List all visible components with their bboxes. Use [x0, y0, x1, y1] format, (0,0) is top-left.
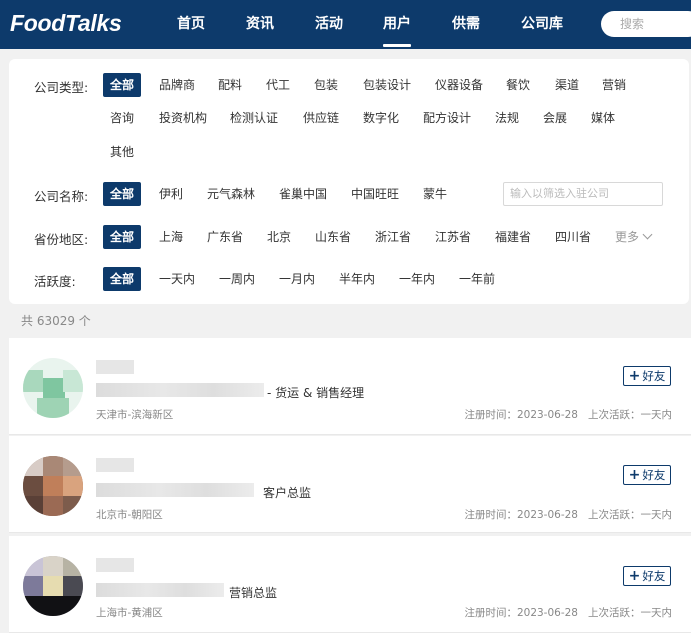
user-card[interactable]: 营销总监 上海市-黄浦区 + 好友 注册时间：2023-06-28 上次活跃：一天… — [9, 536, 691, 633]
company-type-option[interactable]: 包装 — [307, 73, 345, 97]
company-type-option[interactable]: 代工 — [259, 73, 297, 97]
province-label: 省份地区: — [34, 232, 89, 247]
company-name-option[interactable]: 蒙牛 — [416, 182, 454, 206]
company-type-option[interactable]: 配方设计 — [416, 106, 478, 130]
company-name-option-all[interactable]: 全部 — [103, 182, 142, 206]
search-input[interactable]: 搜索 — [601, 11, 691, 37]
company-type-option[interactable]: 法规 — [488, 106, 526, 130]
user-meta: 注册时间：2023-06-28 上次活跃：一天内 — [464, 507, 672, 522]
province-more-toggle[interactable]: 更多 — [615, 225, 653, 249]
foodtalks-logo[interactable]: FoodTalks — [10, 10, 122, 37]
company-type-option[interactable]: 数字化 — [356, 106, 406, 130]
add-friend-button[interactable]: + 好友 — [623, 566, 671, 586]
registered-date: 注册时间：2023-06-28 — [464, 509, 578, 521]
add-friend-button[interactable]: + 好友 — [623, 465, 671, 485]
company-type-option[interactable]: 仪器设备 — [428, 73, 490, 97]
nav-supply-demand[interactable]: 供需 — [444, 0, 488, 49]
company-type-option[interactable]: 餐饮 — [499, 73, 537, 97]
company-type-option[interactable]: 配料 — [211, 73, 249, 97]
user-location: 天津市-滨海新区 — [96, 409, 174, 421]
company-type-option[interactable]: 供应链 — [296, 106, 346, 130]
company-name-option[interactable]: 中国旺旺 — [344, 182, 406, 206]
user-meta: 注册时间：2023-06-28 上次活跃：一天内 — [464, 407, 672, 422]
filter-panel: 公司类型: 全部 品牌商 配料 代工 包装 包装设计 仪器设备 餐饮 渠道 营销… — [9, 59, 689, 304]
more-label: 更多 — [615, 230, 640, 244]
last-active: 上次活跃：一天内 — [588, 509, 672, 521]
job-title: 客户总监 — [263, 486, 312, 500]
activity-option[interactable]: 半年内 — [332, 267, 382, 291]
province-option-all[interactable]: 全部 — [103, 225, 142, 249]
user-card[interactable]: 客户总监 北京市-朝阳区 + 好友 注册时间：2023-06-28 上次活跃：一天… — [9, 436, 691, 533]
company-type-option[interactable]: 包装设计 — [356, 73, 418, 97]
plus-icon: + — [628, 368, 641, 384]
blurred-company — [96, 383, 264, 397]
province-option[interactable]: 山东省 — [308, 225, 358, 249]
plus-icon: + — [628, 467, 641, 483]
activity-option[interactable]: 一年内 — [392, 267, 442, 291]
plus-icon: + — [628, 568, 641, 584]
nav-news[interactable]: 资讯 — [238, 0, 282, 49]
registered-date: 注册时间：2023-06-28 — [464, 607, 578, 619]
province-option[interactable]: 四川省 — [548, 225, 598, 249]
province-option[interactable]: 广东省 — [200, 225, 250, 249]
user-location: 北京市-朝阳区 — [96, 509, 163, 521]
company-type-option[interactable]: 投资机构 — [152, 106, 214, 130]
activity-option[interactable]: 一天内 — [152, 267, 202, 291]
user-card[interactable]: - 货运 & 销售经理 天津市-滨海新区 + 好友 注册时间：2023-06-28… — [9, 338, 691, 435]
company-name-label: 公司名称: — [34, 189, 89, 204]
company-type-option[interactable]: 营销 — [595, 73, 633, 97]
company-type-option[interactable]: 会展 — [536, 106, 574, 130]
blurred-name — [96, 558, 134, 572]
company-type-option[interactable]: 媒体 — [584, 106, 622, 130]
chevron-down-icon — [642, 229, 653, 240]
user-meta: 注册时间：2023-06-28 上次活跃：一天内 — [464, 605, 672, 620]
province-option[interactable]: 北京 — [260, 225, 298, 249]
blurred-company — [96, 583, 224, 597]
avatar[interactable] — [23, 456, 83, 516]
company-type-option[interactable]: 检测认证 — [223, 106, 285, 130]
activity-label: 活跃度: — [34, 274, 76, 289]
company-filter-input[interactable]: 输入以筛选入驻公司 — [503, 182, 663, 206]
job-title: 营销总监 — [229, 586, 278, 600]
company-type-option[interactable]: 其他 — [103, 140, 141, 164]
province-option[interactable]: 福建省 — [488, 225, 538, 249]
add-friend-button[interactable]: + 好友 — [623, 366, 671, 386]
nav-home[interactable]: 首页 — [169, 0, 213, 49]
blurred-name — [96, 458, 134, 472]
activity-option[interactable]: 一周内 — [212, 267, 262, 291]
company-name-option[interactable]: 伊利 — [152, 182, 190, 206]
add-friend-label: 好友 — [642, 569, 666, 583]
registered-date: 注册时间：2023-06-28 — [464, 409, 578, 421]
avatar[interactable] — [23, 556, 83, 616]
nav-users[interactable]: 用户 — [375, 0, 419, 49]
avatar[interactable] — [23, 358, 83, 418]
blurred-company — [96, 483, 254, 497]
province-option[interactable]: 上海 — [152, 225, 190, 249]
company-type-option[interactable]: 品牌商 — [152, 73, 202, 97]
add-friend-label: 好友 — [642, 369, 666, 383]
top-navigation-bar: FoodTalks 首页 资讯 活动 用户 供需 公司库 搜索 — [0, 0, 691, 49]
nav-events[interactable]: 活动 — [307, 0, 351, 49]
company-type-option[interactable]: 渠道 — [548, 73, 586, 97]
user-location: 上海市-黄浦区 — [96, 607, 163, 619]
last-active: 上次活跃：一天内 — [588, 409, 672, 421]
add-friend-label: 好友 — [642, 468, 666, 482]
nav-company-library[interactable]: 公司库 — [513, 0, 571, 49]
province-option[interactable]: 江苏省 — [428, 225, 478, 249]
last-active: 上次活跃：一天内 — [588, 607, 672, 619]
company-type-option-all[interactable]: 全部 — [103, 73, 142, 97]
activity-option[interactable]: 一月内 — [272, 267, 322, 291]
company-name-option[interactable]: 雀巢中国 — [272, 182, 334, 206]
results-count: 共 63029 个 — [21, 314, 91, 328]
blurred-name — [96, 360, 134, 374]
job-title: - 货运 & 销售经理 — [267, 386, 365, 400]
activity-option-all[interactable]: 全部 — [103, 267, 142, 291]
province-option[interactable]: 浙江省 — [368, 225, 418, 249]
company-type-option[interactable]: 咨询 — [103, 106, 141, 130]
activity-option[interactable]: 一年前 — [452, 267, 502, 291]
company-name-option[interactable]: 元气森林 — [200, 182, 262, 206]
company-type-label: 公司类型: — [34, 80, 89, 95]
